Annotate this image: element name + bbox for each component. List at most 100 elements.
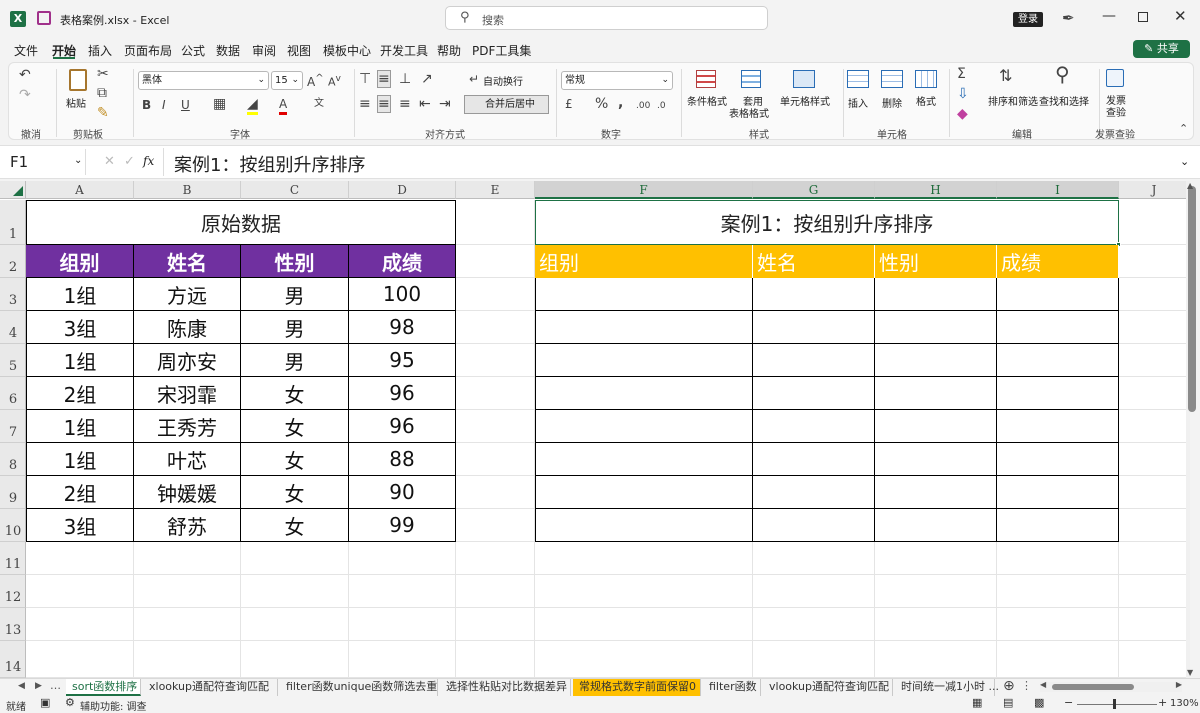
zoom-out-icon[interactable]: − [1064, 696, 1073, 709]
sheet-tab[interactable]: vlookup通配符查询匹配 [763, 679, 893, 696]
left-data-cell[interactable]: 95 [349, 344, 456, 377]
left-data-cell[interactable]: 96 [349, 410, 456, 443]
right-empty-cell[interactable] [997, 311, 1119, 344]
delete-cells-button[interactable]: 删除 [882, 95, 902, 110]
right-empty-cell[interactable] [535, 377, 753, 410]
zoom-slider[interactable] [1077, 699, 1157, 709]
add-sheet-icon[interactable]: ⊕ [1003, 678, 1015, 694]
increase-decimal-icon[interactable]: .00 [636, 98, 650, 114]
right-empty-cell[interactable] [753, 344, 875, 377]
page-layout-view-icon[interactable]: ▤ [1003, 696, 1013, 709]
align-bottom-icon[interactable]: ⊥ [399, 71, 411, 87]
left-data-cell[interactable]: 舒苏 [134, 509, 241, 542]
left-data-cell[interactable]: 3组 [26, 509, 134, 542]
vertical-scrollbar-thumb[interactable] [1188, 186, 1196, 412]
right-empty-cell[interactable] [997, 278, 1119, 311]
right-empty-cell[interactable] [753, 443, 875, 476]
right-empty-cell[interactable] [753, 377, 875, 410]
font-color-icon[interactable]: A [279, 96, 288, 115]
merge-center-button[interactable]: 合并后居中 [464, 95, 549, 114]
left-data-cell[interactable]: 2组 [26, 377, 134, 410]
sheet-tab[interactable]: xlookup通配符查询匹配 [143, 679, 278, 696]
left-data-cell[interactable]: 2组 [26, 476, 134, 509]
column-header-j[interactable]: J [1119, 181, 1190, 199]
scroll-down-icon[interactable]: ▼ [1187, 668, 1193, 677]
tab-review[interactable]: 审阅 [252, 42, 276, 59]
right-empty-cell[interactable] [753, 278, 875, 311]
column-header-h[interactable]: H [875, 181, 997, 199]
left-data-cell[interactable]: 90 [349, 476, 456, 509]
row-header-4[interactable]: 4 [0, 311, 26, 344]
left-header-cell[interactable]: 组别 [26, 245, 134, 278]
close-icon[interactable]: ✕ [1174, 7, 1187, 25]
row-header-12[interactable]: 12 [0, 575, 26, 608]
left-header-cell[interactable]: 性别 [241, 245, 349, 278]
tab-template-center[interactable]: 模板中心 [323, 42, 371, 59]
right-empty-cell[interactable] [753, 410, 875, 443]
underline-button[interactable]: U [181, 97, 190, 113]
expand-formula-icon[interactable]: ⌄ [1180, 155, 1189, 168]
left-data-cell[interactable]: 1组 [26, 278, 134, 311]
right-empty-cell[interactable] [875, 410, 997, 443]
font-name-select[interactable]: 黑体 ⌄ [138, 71, 269, 90]
right-empty-cell[interactable] [535, 509, 753, 542]
right-empty-cell[interactable] [753, 509, 875, 542]
page-break-view-icon[interactable]: ▩ [1034, 696, 1044, 709]
left-data-cell[interactable]: 1组 [26, 443, 134, 476]
left-data-cell[interactable]: 1组 [26, 344, 134, 377]
italic-button[interactable]: I [162, 97, 166, 113]
right-empty-cell[interactable] [875, 278, 997, 311]
formula-input[interactable]: 案例1：按组别升序排序 [163, 148, 1178, 176]
right-empty-cell[interactable] [875, 509, 997, 542]
column-header-c[interactable]: C [241, 181, 349, 199]
save-icon[interactable] [37, 11, 51, 25]
align-left-icon[interactable]: ≡ [359, 96, 371, 112]
sheet-tab[interactable]: 常规格式数字前面保留0 [573, 679, 701, 696]
zoom-level[interactable]: 130% [1170, 698, 1199, 709]
orientation-icon[interactable]: ↗ [421, 71, 433, 87]
border-icon[interactable]: ▦ [213, 96, 226, 112]
next-sheet-icon[interactable]: ▶ [35, 681, 42, 691]
tab-developer[interactable]: 开发工具 [380, 42, 428, 59]
share-button[interactable]: ✎ 共享 [1133, 40, 1190, 58]
right-empty-cell[interactable] [997, 476, 1119, 509]
fill-icon[interactable]: ⇩ [957, 86, 969, 102]
autosum-icon[interactable]: Σ [957, 66, 966, 82]
row-header-3[interactable]: 3 [0, 278, 26, 311]
left-data-cell[interactable]: 陈康 [134, 311, 241, 344]
sort-filter-button[interactable]: 排序和筛选 [988, 93, 1038, 108]
right-empty-cell[interactable] [875, 311, 997, 344]
confirm-entry-icon[interactable]: ✓ [124, 154, 135, 169]
left-data-cell[interactable]: 男 [241, 344, 349, 377]
horizontal-scrollbar-thumb[interactable] [1052, 684, 1134, 690]
format-cells-icon[interactable] [915, 70, 937, 88]
cell-style-icon[interactable] [793, 70, 815, 88]
zoom-slider-thumb[interactable] [1113, 699, 1116, 709]
find-select-icon[interactable]: ⚲ [1055, 64, 1070, 84]
invoice-icon[interactable] [1106, 69, 1124, 87]
row-header-8[interactable]: 8 [0, 443, 26, 476]
zoom-in-icon[interactable]: + [1158, 696, 1167, 709]
left-data-cell[interactable]: 周亦安 [134, 344, 241, 377]
row-header-2[interactable]: 2 [0, 245, 26, 278]
left-data-cell[interactable]: 96 [349, 377, 456, 410]
left-title-cell[interactable]: 原始数据 [26, 200, 456, 245]
status-accessibility[interactable]: 辅助功能: 调查 [80, 698, 147, 713]
right-empty-cell[interactable] [997, 509, 1119, 542]
row-header-7[interactable]: 7 [0, 410, 26, 443]
align-middle-icon[interactable]: ≡ [377, 70, 391, 88]
search-box[interactable]: ⚲ 搜索 [445, 6, 768, 30]
sheet-tab[interactable]: 时间统一减1小时 ... [895, 679, 999, 696]
insert-function-button[interactable]: fx [143, 154, 154, 168]
worksheet-grid[interactable]: ABCDEFGHIJ 1 2 3 4 5 6 7 8 9 10 11 12 13 14 1组 方远男 100 3… [0, 181, 1190, 678]
right-empty-cell[interactable] [875, 476, 997, 509]
row-header-9[interactable]: 9 [0, 476, 26, 509]
left-data-cell[interactable]: 1组 [26, 410, 134, 443]
table-format-button-2[interactable]: 表格格式 [729, 105, 769, 120]
left-header-cell[interactable]: 成绩 [349, 245, 456, 278]
column-header-g[interactable]: G [753, 181, 875, 199]
prev-sheet-icon[interactable]: ◀ [18, 681, 25, 691]
left-data-cell[interactable]: 88 [349, 443, 456, 476]
tab-pdf-tools[interactable]: PDF工具集 [472, 42, 531, 59]
select-all-button[interactable] [0, 181, 26, 199]
